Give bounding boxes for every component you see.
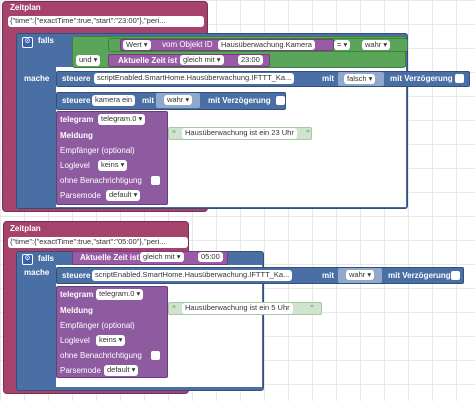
- control-label: steuere: [62, 96, 91, 105]
- quote-open-icon: “: [172, 129, 176, 138]
- if-label-2: falls: [38, 254, 55, 263]
- control-target-field[interactable]: scriptEnabled.SmartHome.Hausüberwachung.…: [92, 270, 293, 281]
- message-label: Meldung: [60, 306, 93, 315]
- quote-close-icon: ”: [306, 129, 310, 138]
- message-label: Meldung: [60, 131, 93, 140]
- control-with-label: mit: [322, 74, 334, 83]
- telegram-label: telegram: [60, 290, 94, 299]
- loglevel-dropdown[interactable]: keins: [96, 335, 126, 346]
- time-value-field[interactable]: 23:00: [238, 55, 263, 65]
- do-label-2: mache: [24, 268, 50, 277]
- schedule-config-1[interactable]: {"time":{"exactTime":true,"start":"23:00…: [8, 16, 204, 27]
- loglevel-dropdown[interactable]: keins: [98, 160, 128, 171]
- delay-label: mit Verzögerung: [388, 271, 451, 280]
- control-value-dropdown[interactable]: wahr: [346, 270, 375, 280]
- gear-icon[interactable]: ⚙: [22, 254, 33, 265]
- control-with-label: mit: [322, 271, 334, 280]
- do-label-1: mache: [24, 74, 50, 83]
- object-id-field[interactable]: Hausüberwachung.Kamera: [218, 40, 315, 50]
- parsemode-dropdown[interactable]: default: [104, 365, 139, 376]
- delay-checkbox[interactable]: [455, 74, 464, 83]
- control-value-dropdown[interactable]: wahr: [164, 95, 193, 105]
- from-object-label: vom Objekt ID: [162, 40, 213, 49]
- time-operator-dropdown[interactable]: gleich mit: [140, 252, 184, 262]
- current-time-label: Aktuelle Zeit ist: [80, 253, 140, 262]
- compare-operator-dropdown[interactable]: =: [334, 40, 351, 50]
- loglevel-label: Loglevel: [60, 336, 90, 345]
- telegram-instance-dropdown[interactable]: telegram.0: [98, 114, 146, 125]
- value-attr-dropdown[interactable]: Wert: [123, 40, 151, 50]
- silent-checkbox[interactable]: [151, 351, 160, 360]
- parsemode-label: Parsemode: [60, 366, 101, 375]
- time-operator-dropdown[interactable]: gleich mit: [180, 55, 224, 65]
- time-value-field[interactable]: 05:00: [198, 252, 223, 262]
- delay-checkbox[interactable]: [276, 96, 285, 105]
- if-label-1: falls: [38, 36, 55, 45]
- schedule-config-2[interactable]: {"time":{"exactTime":true,"start":"05:00…: [8, 237, 188, 248]
- delay-label: mit Verzögerung: [390, 74, 453, 83]
- schedule-title-1: Zeitplan: [10, 3, 41, 12]
- control-value-dropdown[interactable]: falsch: [344, 74, 376, 84]
- quote-close-icon: ”: [310, 304, 314, 313]
- current-time-label: Aktuelle Zeit ist: [118, 56, 178, 65]
- parsemode-dropdown[interactable]: default: [106, 190, 141, 201]
- control-label: steuere: [62, 271, 91, 280]
- telegram-instance-dropdown[interactable]: telegram.0: [96, 289, 144, 300]
- message-field[interactable]: Hausüberwachung ist ein 23 Uhr: [182, 128, 297, 139]
- recipient-label: Empfänger (optional): [60, 321, 135, 330]
- delay-checkbox[interactable]: [451, 271, 460, 280]
- loglevel-label: Loglevel: [60, 161, 90, 170]
- control-with-label: mit: [142, 96, 154, 105]
- compare-value-dropdown[interactable]: wahr: [362, 40, 391, 50]
- quote-open-icon: “: [172, 304, 176, 313]
- schedule-title-2: Zeitplan: [10, 224, 41, 233]
- control-label: steuere: [62, 74, 91, 83]
- control-target-field[interactable]: scriptEnabled.SmartHome.Hausüberwachung.…: [94, 73, 295, 84]
- silent-label: ohne Benachrichtigung: [60, 351, 142, 360]
- message-field[interactable]: Hausüberwachung ist ein 5 Uhr: [182, 303, 293, 314]
- silent-checkbox[interactable]: [151, 176, 160, 185]
- silent-label: ohne Benachrichtigung: [60, 176, 142, 185]
- gear-icon[interactable]: ⚙: [22, 37, 33, 48]
- delay-label: mit Verzögerung: [208, 96, 271, 105]
- telegram-label: telegram: [60, 115, 94, 124]
- and-operator-dropdown[interactable]: und: [76, 55, 101, 66]
- parsemode-label: Parsemode: [60, 191, 101, 200]
- recipient-label: Empfänger (optional): [60, 146, 135, 155]
- control-target-field[interactable]: kamera ein: [92, 95, 136, 106]
